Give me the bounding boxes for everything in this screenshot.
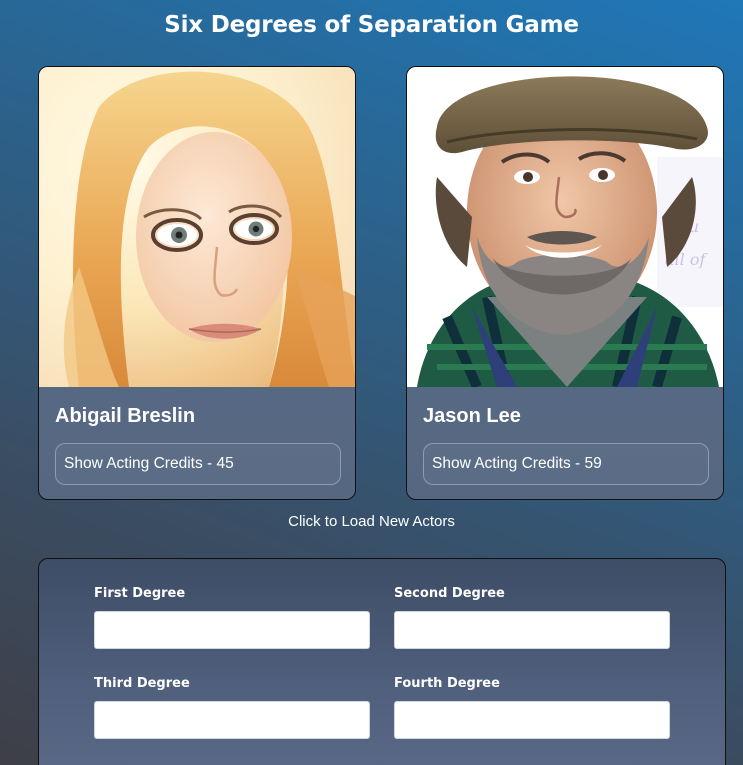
actor-photo-1-image bbox=[39, 67, 355, 387]
second-degree-label: Second Degree bbox=[394, 586, 505, 601]
show-acting-credits-button-2[interactable]: Show Acting Credits - 59 bbox=[423, 443, 709, 485]
show-acting-credits-button-1[interactable]: Show Acting Credits - 45 bbox=[55, 443, 341, 485]
actor-name-1: Abigail Breslin bbox=[55, 405, 196, 427]
actor-name-2: Jason Lee bbox=[423, 405, 521, 427]
fourth-degree-label: Fourth Degree bbox=[394, 676, 500, 691]
load-new-actors-link[interactable]: Click to Load New Actors bbox=[0, 513, 743, 530]
first-degree-label: First Degree bbox=[94, 586, 186, 601]
third-degree-label: Third Degree bbox=[94, 676, 190, 691]
actor-photo-1 bbox=[39, 67, 355, 387]
actor-card-1: Abigail Breslin Show Acting Credits - 45 bbox=[38, 66, 356, 500]
third-degree-input[interactable] bbox=[94, 701, 370, 739]
second-degree-input[interactable] bbox=[394, 611, 670, 649]
degrees-form-panel: First Degree Second Degree Third Degree … bbox=[38, 558, 726, 765]
fourth-degree-input[interactable] bbox=[394, 701, 670, 739]
actor-photo-2-image: allu all of bbox=[407, 67, 723, 387]
page-title: Six Degrees of Separation Game bbox=[164, 12, 579, 38]
first-degree-input[interactable] bbox=[94, 611, 370, 649]
actor-card-2: allu all of Jason Lee Show Acting Credit… bbox=[406, 66, 724, 500]
actor-photo-2: allu all of bbox=[407, 67, 723, 387]
